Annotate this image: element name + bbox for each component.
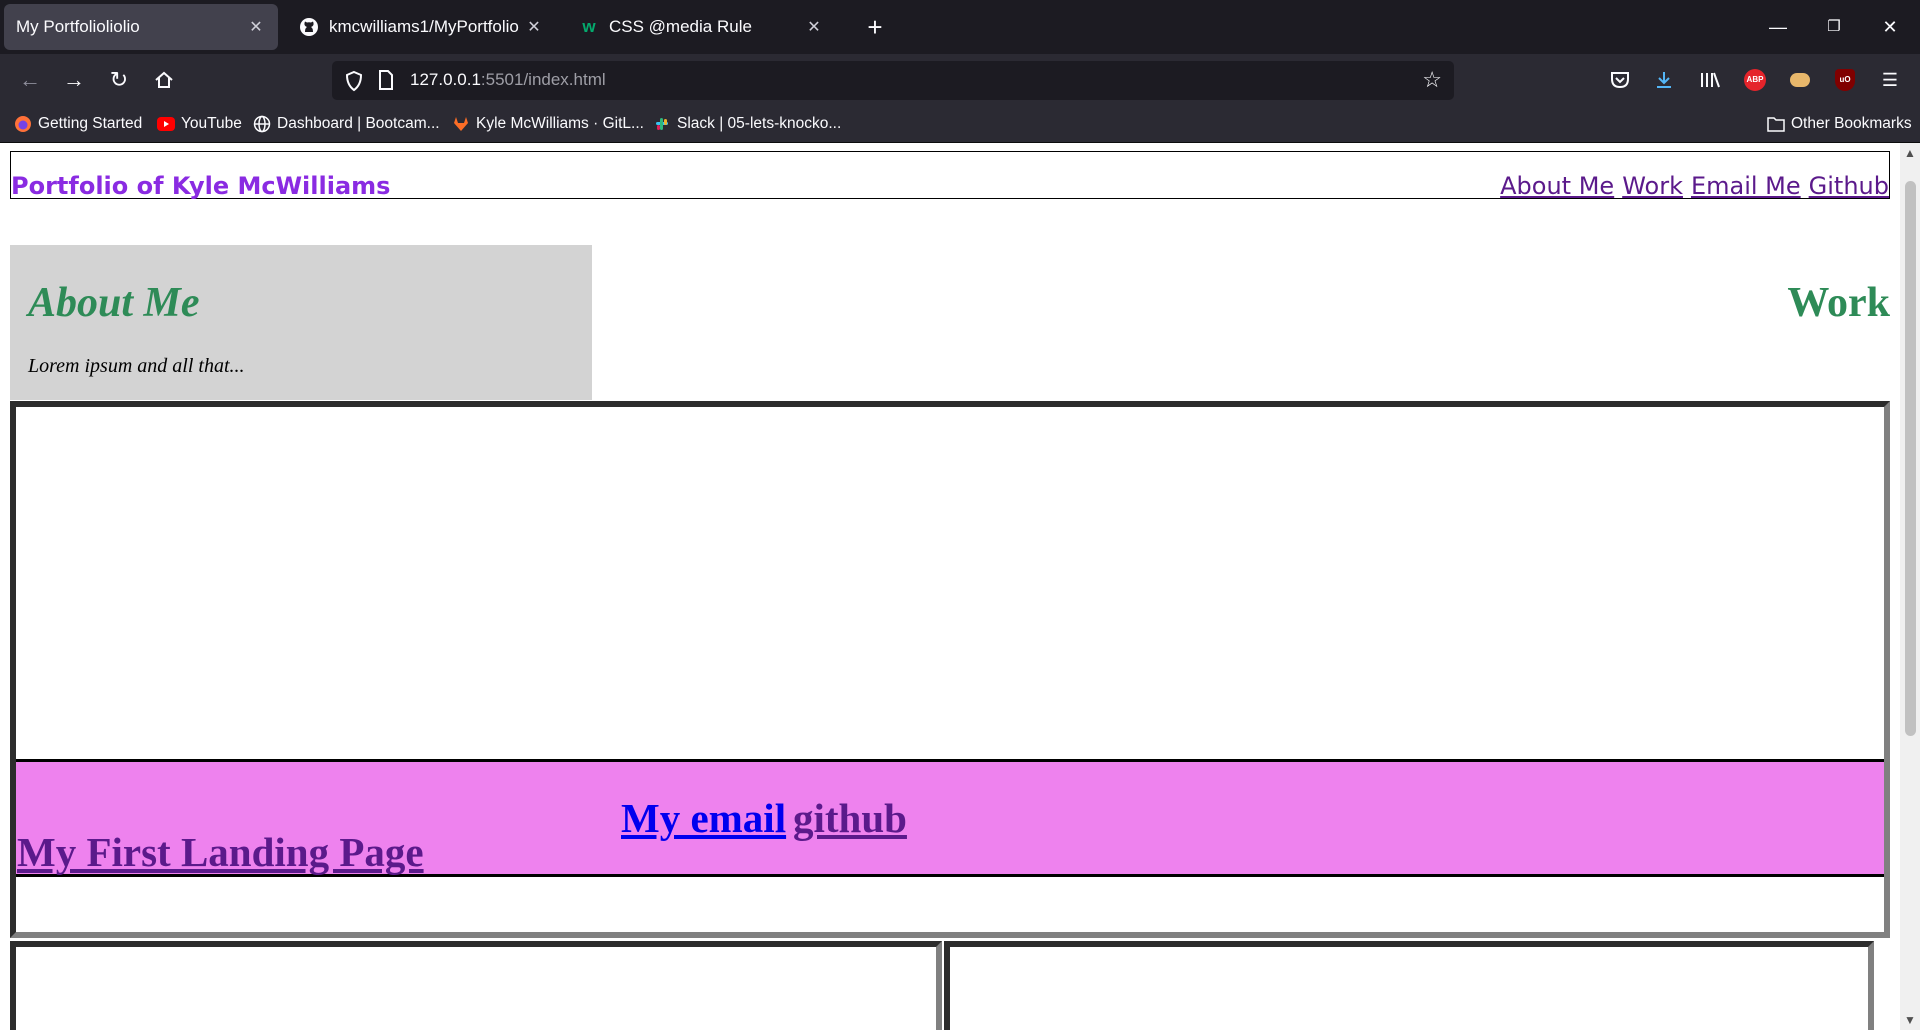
bookmark-dashboard[interactable]: Dashboard | Bootcam... xyxy=(253,113,440,135)
bookmark-label: Other Bookmarks xyxy=(1791,115,1912,132)
work-box-right xyxy=(944,941,1874,1030)
tab-my-portfolio[interactable]: My Portfolioliolio ✕ xyxy=(4,4,278,50)
gitlab-icon xyxy=(452,115,470,133)
firefox-icon xyxy=(14,115,32,133)
bookmark-gitlab[interactable]: Kyle McWilliams · GitL... xyxy=(452,113,644,135)
home-icon xyxy=(155,71,173,88)
site-title: Portfolio of Kyle McWilliams xyxy=(11,172,391,200)
bookmark-star-icon[interactable]: ☆ xyxy=(1422,67,1442,93)
navigation-toolbar: ← → ↻ 127.0.0.1:5501/index.html ☆ ABP uO… xyxy=(0,54,1920,106)
close-tab-icon[interactable]: ✕ xyxy=(524,17,544,37)
about-me-heading: About Me xyxy=(28,280,200,326)
bookmark-label: Dashboard | Bootcam... xyxy=(277,115,440,132)
nav-link-about-me[interactable]: About Me xyxy=(1500,172,1614,200)
restore-button[interactable]: ❐ xyxy=(1814,10,1854,44)
bookmark-label: Slack | 05-lets-knocko... xyxy=(677,115,842,132)
pocket-icon[interactable] xyxy=(1606,66,1634,94)
bookmarks-toolbar: Getting Started YouTube Dashboard | Boot… xyxy=(0,106,1920,143)
minimize-button[interactable]: — xyxy=(1758,10,1798,44)
work-heading: Work xyxy=(1787,280,1890,326)
ublock-origin-icon[interactable]: uO xyxy=(1831,66,1859,94)
work-box: My First Landing Page My email github xyxy=(10,401,1890,938)
menu-icon[interactable]: ☰ xyxy=(1876,66,1904,94)
page-scrollbar[interactable]: ▲ ▼ xyxy=(1900,143,1920,1030)
new-tab-button[interactable]: + xyxy=(858,10,892,44)
tab-title: CSS @media Rule xyxy=(609,17,752,36)
nav-link-work[interactable]: Work xyxy=(1622,172,1683,200)
bookmark-label: Getting Started xyxy=(38,115,143,132)
tab-github-repo[interactable]: kmcwilliams1/MyPortfolio ✕ xyxy=(286,4,556,50)
close-window-button[interactable]: ✕ xyxy=(1870,10,1910,44)
downloads-icon[interactable] xyxy=(1650,66,1678,94)
bookmark-label: YouTube xyxy=(181,115,242,132)
close-tab-icon[interactable]: ✕ xyxy=(246,17,266,37)
scroll-up-icon[interactable]: ▲ xyxy=(1903,146,1917,160)
my-email-link[interactable]: My email xyxy=(621,794,786,842)
scrollbar-thumb[interactable] xyxy=(1905,181,1916,736)
nav-link-github[interactable]: Github xyxy=(1809,172,1889,200)
bookmark-slack[interactable]: Slack | 05-lets-knocko... xyxy=(653,113,841,135)
landing-banner: My First Landing Page My email github xyxy=(16,759,1884,877)
bookmark-label: Kyle McWilliams · GitL... xyxy=(476,115,644,132)
youtube-icon xyxy=(157,115,175,133)
work-box-left xyxy=(10,941,942,1030)
github-icon xyxy=(298,16,320,38)
adblock-plus-icon[interactable]: ABP xyxy=(1741,66,1769,94)
library-icon[interactable] xyxy=(1696,66,1724,94)
close-tab-icon[interactable]: ✕ xyxy=(804,17,824,37)
bookmark-getting-started[interactable]: Getting Started xyxy=(14,113,142,135)
tab-strip: My Portfolioliolio ✕ kmcwilliams1/MyPort… xyxy=(0,0,1920,54)
site-header: Portfolio of Kyle McWilliams About Me Wor… xyxy=(10,151,1890,200)
scroll-down-icon[interactable]: ▼ xyxy=(1903,1013,1917,1027)
forward-button[interactable]: → xyxy=(56,62,92,98)
tab-title: My Portfolioliolio xyxy=(16,17,140,36)
w3schools-icon: w xyxy=(582,17,596,36)
github-link[interactable]: github xyxy=(793,794,907,842)
folder-icon xyxy=(1767,115,1785,133)
address-bar[interactable]: 127.0.0.1:5501/index.html ☆ xyxy=(332,61,1454,100)
reload-button[interactable]: ↻ xyxy=(101,62,137,98)
bookmark-youtube[interactable]: YouTube xyxy=(157,113,242,135)
about-me-text: Lorem ipsum and all that... xyxy=(28,355,245,377)
page-viewport: Portfolio of Kyle McWilliams About Me Wor… xyxy=(0,143,1900,1030)
tab-title: kmcwilliams1/MyPortfolio xyxy=(329,17,519,36)
url-text[interactable]: 127.0.0.1:5501/index.html xyxy=(410,70,606,90)
other-bookmarks[interactable]: Other Bookmarks xyxy=(1767,113,1912,135)
slack-icon xyxy=(653,115,671,133)
back-button[interactable]: ← xyxy=(12,62,48,98)
shield-icon[interactable] xyxy=(344,70,364,97)
about-me-section: About Me Lorem ipsum and all that... xyxy=(10,245,592,400)
site-nav: About Me Work Email Me Github xyxy=(1492,172,1889,200)
tab-css-media-rule[interactable]: w CSS @media Rule ✕ xyxy=(566,4,836,50)
globe-icon xyxy=(253,115,271,133)
extension-icon[interactable] xyxy=(1786,66,1814,94)
page-icon[interactable] xyxy=(378,70,394,95)
nav-link-email-me[interactable]: Email Me xyxy=(1691,172,1801,200)
first-landing-page-link[interactable]: My First Landing Page xyxy=(17,828,424,876)
home-button[interactable] xyxy=(146,62,182,98)
